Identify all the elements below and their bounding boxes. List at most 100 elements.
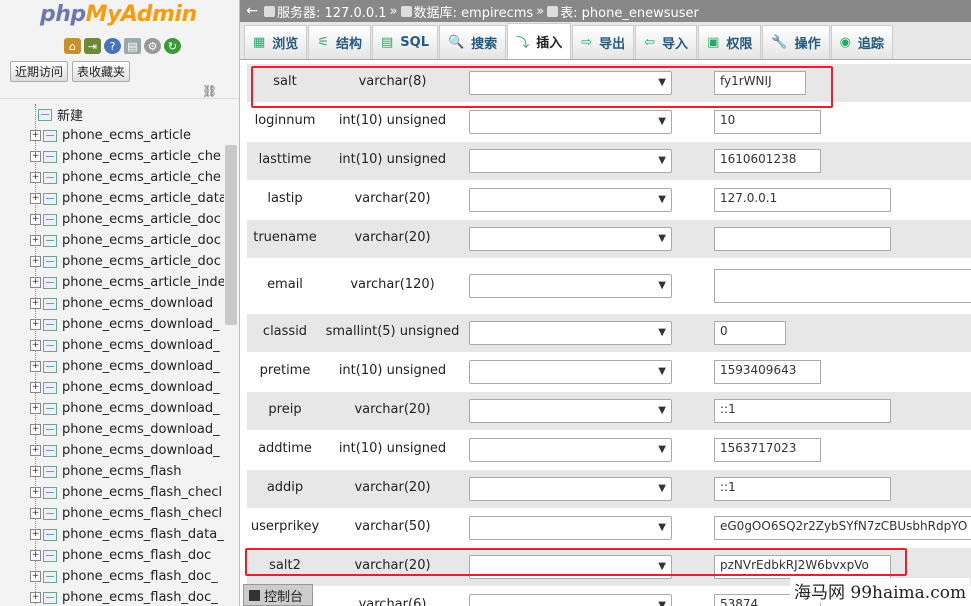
expand-icon[interactable]: + (30, 340, 41, 351)
value-input[interactable]: ::1 (714, 477, 891, 501)
favorites-tab[interactable]: 表收藏夹 (72, 61, 131, 82)
value-input[interactable]: 0 (714, 321, 786, 345)
phpmyadmin-logo[interactable]: phpMyAdmin (40, 2, 197, 27)
tree-item-table[interactable]: + phone_ecms_flash_doc_ (30, 566, 224, 587)
expand-icon[interactable]: + (30, 445, 41, 456)
tab-8[interactable]: 🔧 操作 (762, 25, 830, 59)
expand-icon[interactable]: + (30, 487, 41, 498)
value-input[interactable]: 1563717023 (714, 438, 821, 462)
value-input[interactable]: 1610601238 (714, 149, 821, 173)
value-input[interactable]: 127.0.0.1 (714, 188, 891, 212)
function-select[interactable]: ▼ (469, 555, 672, 579)
expand-icon[interactable]: + (30, 592, 41, 603)
tree-item-table[interactable]: + phone_ecms_article_inde (30, 272, 224, 293)
expand-icon[interactable]: + (30, 424, 41, 435)
tree-item-table[interactable]: + phone_ecms_download (30, 293, 224, 314)
back-arrow-icon[interactable]: ← (240, 3, 264, 19)
tree-item-table[interactable]: + phone_ecms_download_ (30, 440, 224, 461)
expand-icon[interactable]: + (30, 298, 41, 309)
expand-icon[interactable]: + (30, 235, 41, 246)
tree-item-table[interactable]: + phone_ecms_article_data (30, 188, 224, 209)
value-input[interactable]: 10 (714, 110, 821, 134)
value-input[interactable]: pzNVrEdbkRJ2W6bvxpVo (714, 555, 891, 579)
tab-7[interactable]: ▣ 权限 (698, 25, 762, 59)
tree-item-table[interactable]: + phone_ecms_flash_doc_ (30, 587, 224, 606)
tree-item-table[interactable]: + phone_ecms_download_ (30, 335, 224, 356)
tree-item-table[interactable]: + phone_ecms_flash (30, 461, 224, 482)
breadcrumb-server[interactable]: 服务器: 127.0.0.1 (277, 2, 387, 21)
function-select[interactable]: ▼ (469, 274, 672, 298)
expand-icon[interactable]: + (30, 550, 41, 561)
tab-3[interactable]: 🔍 搜索 (438, 25, 507, 59)
home-icon[interactable]: ⌂ (64, 38, 81, 54)
tree-item-table[interactable]: + phone_ecms_flash_doc (30, 545, 224, 566)
expand-icon[interactable]: + (30, 277, 41, 288)
expand-icon[interactable]: + (30, 172, 41, 183)
breadcrumb-table[interactable]: 表: phone_enewsuser (560, 2, 699, 21)
tree-item-table[interactable]: + phone_ecms_download_ (30, 377, 224, 398)
value-input[interactable] (714, 227, 891, 251)
function-select[interactable]: ▼ (469, 594, 672, 606)
exit-icon[interactable]: ⇥ (84, 38, 101, 54)
expand-icon[interactable]: + (30, 529, 41, 540)
tree-item-table[interactable]: + phone_ecms_download_ (30, 398, 224, 419)
value-input[interactable]: fy1rWNIJ (714, 71, 806, 95)
tab-2[interactable]: ▤ SQL (371, 25, 438, 59)
tab-5[interactable]: ⇨ 导出 (572, 25, 635, 59)
value-input[interactable]: 1593409643 (714, 360, 821, 384)
expand-icon[interactable]: + (30, 151, 41, 162)
expand-icon[interactable]: + (30, 508, 41, 519)
recent-tab[interactable]: 近期访问 (10, 61, 69, 82)
expand-icon[interactable]: + (30, 466, 41, 477)
expand-icon[interactable]: + (30, 130, 41, 141)
tree-item-table[interactable]: + phone_ecms_download_ (30, 419, 224, 440)
tree-item-table[interactable]: + phone_ecms_download_ (30, 314, 224, 335)
tab-6[interactable]: ⇦ 导入 (635, 25, 698, 59)
function-select[interactable]: ▼ (469, 438, 672, 462)
function-select[interactable]: ▼ (469, 321, 672, 345)
function-select[interactable]: ▼ (469, 188, 672, 212)
tree-item-table[interactable]: + phone_ecms_download_ (30, 356, 224, 377)
reload-icon[interactable]: ↻ (164, 38, 181, 54)
tree-item-table[interactable]: + phone_ecms_flash_data_ (30, 524, 224, 545)
tree-item-table[interactable]: + phone_ecms_flash_checl (30, 503, 224, 524)
tree-item-table[interactable]: + phone_ecms_article (30, 125, 224, 146)
link-icon[interactable]: ⛓ (202, 84, 217, 98)
tree-item-table[interactable]: + phone_ecms_article_che (30, 146, 224, 167)
expand-icon[interactable]: + (30, 193, 41, 204)
tab-0[interactable]: ▦ 浏览 (244, 25, 308, 59)
expand-icon[interactable]: + (30, 403, 41, 414)
tree-item-new[interactable]: 新建 (30, 104, 224, 125)
function-select[interactable]: ▼ (469, 149, 672, 173)
function-select[interactable]: ▼ (469, 360, 672, 384)
docs-icon[interactable]: ▤ (124, 38, 141, 54)
tab-4[interactable]: ⤵ 插入 (507, 23, 572, 59)
tree-item-table[interactable]: + phone_ecms_article_doc (30, 230, 224, 251)
tree-item-table[interactable]: + phone_ecms_flash_checl (30, 482, 224, 503)
tree-item-table[interactable]: + phone_ecms_article_doc (30, 209, 224, 230)
expand-icon[interactable]: + (30, 256, 41, 267)
value-input[interactable]: ::1 (714, 399, 891, 423)
expand-icon[interactable]: + (30, 319, 41, 330)
tab-9[interactable]: ◉ 追踪 (830, 25, 893, 59)
value-input[interactable] (714, 269, 971, 303)
settings-icon[interactable]: ⚙ (144, 38, 161, 54)
expand-icon[interactable]: + (30, 382, 41, 393)
expand-icon[interactable]: + (30, 571, 41, 582)
function-select[interactable]: ▼ (469, 227, 672, 251)
tree-item-table[interactable]: + phone_ecms_article_doc (30, 251, 224, 272)
function-select[interactable]: ▼ (469, 516, 672, 540)
nav-scrollbar[interactable] (225, 145, 237, 325)
value-input[interactable]: eG0gOO6SQ2r2ZybSYfN7zCBUsbhRdpYO (714, 516, 971, 540)
tab-1[interactable]: ⚟ 结构 (308, 25, 371, 59)
function-select[interactable]: ▼ (469, 110, 672, 134)
expand-icon[interactable]: + (30, 361, 41, 372)
help-icon[interactable]: ? (104, 38, 121, 54)
function-select[interactable]: ▼ (469, 399, 672, 423)
breadcrumb-database[interactable]: 数据库: empirecms (414, 2, 534, 21)
expand-icon[interactable]: + (30, 214, 41, 225)
function-select[interactable]: ▼ (469, 71, 672, 95)
function-select[interactable]: ▼ (469, 477, 672, 501)
console-button[interactable]: 控制台 (243, 584, 313, 606)
tree-item-table[interactable]: + phone_ecms_article_che (30, 167, 224, 188)
